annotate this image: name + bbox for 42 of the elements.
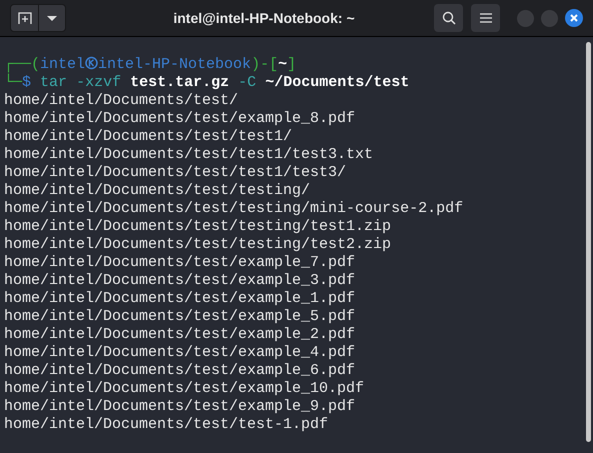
output-line: home/intel/Documents/test/testing/ — [4, 182, 310, 199]
new-tab-icon — [18, 12, 32, 24]
prompt-frame: └─ — [4, 74, 22, 91]
prompt-user: intel — [40, 56, 86, 73]
command-argument: ~/Documents/test — [265, 74, 410, 91]
output-line: home/intel/Documents/test/example_3.pdf — [4, 272, 356, 289]
caret-icon — [47, 16, 57, 20]
close-button[interactable] — [565, 9, 583, 27]
command-option: -C — [238, 74, 256, 91]
command-argument: test.tar.gz — [130, 74, 230, 91]
search-button[interactable] — [434, 4, 463, 32]
output-line: home/intel/Documents/test/example_2.pdf — [4, 326, 356, 343]
scrollbar-thumb[interactable] — [586, 42, 591, 442]
menu-button[interactable] — [471, 4, 500, 32]
prompt-frame: )-[ — [251, 56, 278, 73]
output-line: home/intel/Documents/test/test1/test3/ — [4, 164, 346, 181]
output-line: home/intel/Documents/test/testing/test1.zip — [4, 218, 392, 235]
output-line: home/intel/Documents/test/example_5.pdf — [4, 308, 356, 325]
output-line: home/intel/Documents/test/testing/test2.zip — [4, 236, 392, 253]
output-line: home/intel/Documents/test/example_9.pdf — [4, 398, 356, 415]
prompt-symbol: $ — [22, 74, 32, 91]
command-option: -xzvf — [76, 74, 122, 91]
window-title: intel@intel-HP-Notebook: ~ — [173, 8, 355, 28]
output-line: home/intel/Documents/test/example_6.pdf — [4, 362, 356, 379]
output-line: home/intel/Documents/test/test1/test3.txt — [4, 146, 374, 163]
prompt-frame: ] — [287, 56, 296, 73]
command-name: tar — [40, 74, 68, 91]
output-line: home/intel/Documents/test/example_1.pdf — [4, 290, 356, 307]
search-icon — [442, 11, 456, 25]
prompt-frame: ┌──( — [4, 56, 40, 73]
output-line: home/intel/Documents/test/example_4.pdf — [4, 344, 356, 361]
output-line: home/intel/Documents/test/test-1.pdf — [4, 416, 328, 433]
prompt-path: ~ — [278, 56, 288, 73]
prompt-host: intel-HP-Notebook — [98, 56, 252, 73]
close-icon — [570, 14, 578, 22]
menu-icon — [480, 13, 492, 23]
output-line: home/intel/Documents/test/testing/mini-course-2.pdf — [4, 200, 464, 217]
output-line: home/intel/Documents/test/example_7.pdf — [4, 254, 356, 271]
output-line: home/intel/Documents/test/example_10.pdf — [4, 380, 364, 397]
output-line: home/intel/Documents/test/ — [4, 92, 238, 109]
output-line: home/intel/Documents/test/example_8.pdf — [4, 110, 356, 127]
output-line: home/intel/Documents/test/test1/ — [4, 128, 292, 145]
